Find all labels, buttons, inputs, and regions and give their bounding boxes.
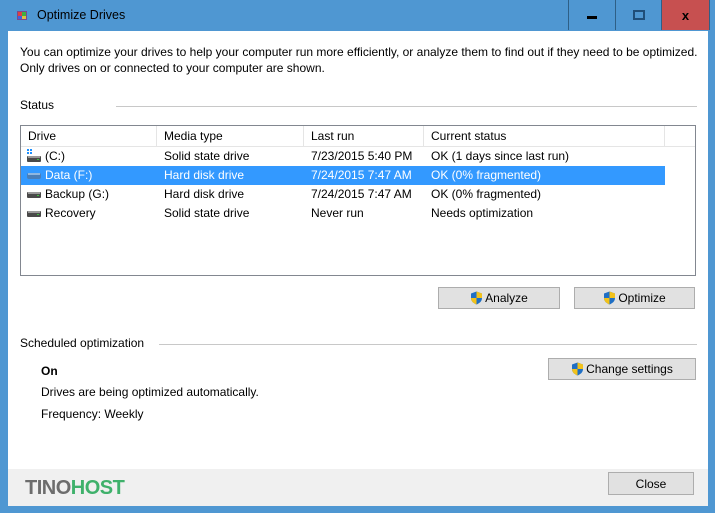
media-type: Solid state drive <box>164 149 250 163</box>
scheduled-divider <box>159 344 697 345</box>
uac-shield-icon <box>471 291 483 305</box>
change-settings-button[interactable]: Change settings <box>548 358 696 380</box>
status-section-label: Status <box>20 98 55 112</box>
change-settings-label: Change settings <box>586 362 673 376</box>
schedule-description: Drives are being optimized automatically… <box>41 385 259 399</box>
close-button[interactable]: Close <box>608 472 694 495</box>
column-header-last-run[interactable]: Last run <box>304 126 424 146</box>
last-run: Never run <box>311 206 364 220</box>
window-title: Optimize Drives <box>37 8 126 22</box>
tinohost-logo: TINOHOST <box>25 477 125 500</box>
uac-shield-icon <box>572 362 584 376</box>
defrag-app-icon <box>17 11 27 20</box>
last-run: 7/23/2015 5:40 PM <box>311 149 413 163</box>
analyze-button[interactable]: Analyze <box>438 287 560 309</box>
current-status: Needs optimization <box>431 206 534 220</box>
current-status: OK (0% fragmented) <box>431 187 542 201</box>
status-divider <box>116 106 697 107</box>
scheduled-section-label: Scheduled optimization <box>20 336 145 350</box>
drive-name: Backup (G:) <box>45 187 110 201</box>
current-status: OK (1 days since last run) <box>431 149 570 163</box>
maximize-icon <box>633 10 645 20</box>
dialog-body: You can optimize your drives to help you… <box>8 31 708 469</box>
column-header-filler <box>665 126 695 146</box>
minimize-icon <box>587 15 597 19</box>
logo-text-host: HOST <box>70 477 125 499</box>
dialog-footer: TINOHOST Close <box>8 469 708 506</box>
logo-text-tino: TINO <box>25 477 71 499</box>
window-frame-bottom <box>0 506 715 513</box>
drive-row[interactable]: Backup (G:) Hard disk drive 7/24/2015 7:… <box>21 185 665 204</box>
column-header-current-status[interactable]: Current status <box>424 126 665 146</box>
maximize-button[interactable] <box>615 0 662 30</box>
schedule-frequency: Frequency: Weekly <box>41 407 144 421</box>
last-run: 7/24/2015 7:47 AM <box>311 187 412 201</box>
drive-name: Recovery <box>45 206 96 220</box>
drive-name: Data (F:) <box>45 168 93 182</box>
intro-text: You can optimize your drives to help you… <box>20 45 698 75</box>
drive-row[interactable]: (C:) Solid state drive 7/23/2015 5:40 PM… <box>21 147 665 166</box>
media-type: Solid state drive <box>164 206 250 220</box>
column-header-drive[interactable]: Drive <box>21 126 157 146</box>
analyze-label: Analyze <box>485 291 528 305</box>
hard-drive-icon <box>27 192 41 198</box>
system-drive-icon <box>27 149 41 162</box>
schedule-state: On <box>41 364 58 378</box>
hard-drive-icon <box>27 173 41 179</box>
close-icon: x <box>681 7 690 23</box>
title-bar[interactable]: Optimize Drives x <box>0 0 715 31</box>
drive-row-selected[interactable]: Data (F:) Hard disk drive 7/24/2015 7:47… <box>21 166 665 185</box>
close-window-button[interactable]: x <box>661 0 710 30</box>
uac-shield-icon <box>604 291 616 305</box>
drive-row[interactable]: Recovery Solid state drive Never run Nee… <box>21 204 665 223</box>
close-label: Close <box>635 476 667 491</box>
optimize-label: Optimize <box>618 291 666 305</box>
last-run: 7/24/2015 7:47 AM <box>311 168 412 182</box>
current-status: OK (0% fragmented) <box>431 168 542 182</box>
column-header-media-type[interactable]: Media type <box>157 126 304 146</box>
media-type: Hard disk drive <box>164 168 245 182</box>
minimize-button[interactable] <box>568 0 615 30</box>
media-type: Hard disk drive <box>164 187 245 201</box>
drives-list[interactable]: Drive Media type Last run Current status… <box>20 125 696 276</box>
drive-name: (C:) <box>45 149 65 163</box>
list-header: Drive Media type Last run Current status <box>21 126 695 147</box>
hard-drive-icon <box>27 211 41 217</box>
optimize-button[interactable]: Optimize <box>574 287 695 309</box>
